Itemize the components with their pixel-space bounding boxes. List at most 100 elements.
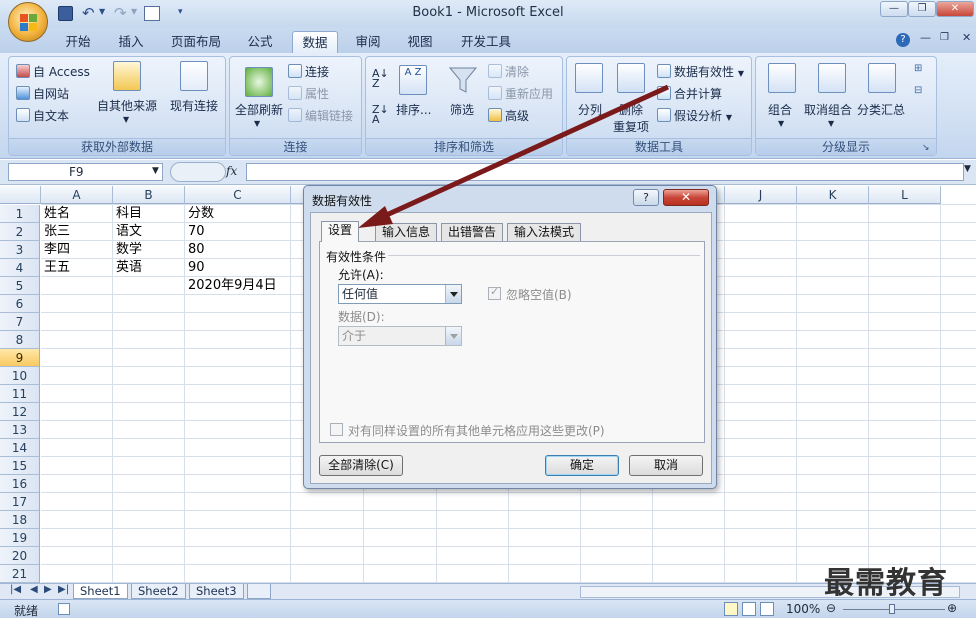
restore-button[interactable]: ❐ [908,1,936,17]
cell-C2[interactable]: 70 [185,223,205,241]
clear-all-button[interactable]: 全部清除(C) [319,455,403,476]
dialog-help-button[interactable]: ? [633,189,659,206]
tab-formulas[interactable]: 公式 [240,31,280,53]
data-dropdown[interactable]: 介于 [338,326,462,346]
cell-C4[interactable]: 90 [185,259,205,277]
tab-home[interactable]: 开始 [58,31,98,53]
sort-desc-icon[interactable]: Z↓ A [372,104,389,125]
cell-B3[interactable]: 数学 [113,241,142,259]
tab-insert[interactable]: 插入 [111,31,151,53]
formula-bar-separator [170,162,226,182]
tab-ime-mode[interactable]: 输入法模式 [507,223,582,241]
text-to-columns-button[interactable]: 分列 [578,101,602,118]
normal-view-icon[interactable] [724,602,738,616]
ribbon-close-icon[interactable]: ✕ [962,31,971,44]
ungroup-button[interactable]: 取消组合 [804,101,852,118]
tab-page-layout[interactable]: 页面布局 [165,31,227,53]
what-if-button[interactable]: 假设分析 ▼ [657,107,732,124]
cell-B2[interactable]: 语文 [113,223,142,241]
other-sources-dropdown-icon[interactable]: ▼ [123,115,129,124]
tab-data[interactable]: 数据 [292,31,338,53]
name-box[interactable]: F9 [8,163,163,181]
zoom-level[interactable]: 100% [786,602,820,616]
group-button[interactable]: 组合 [768,101,792,118]
hide-detail-icon[interactable]: ⊟ [914,85,922,96]
fx-icon[interactable]: fx [226,164,237,178]
macro-record-icon[interactable] [58,603,70,615]
advanced-filter-button[interactable]: 高级 [488,107,529,124]
from-web-button[interactable]: 自网站 [16,85,69,102]
existing-connections-button[interactable]: 现有连接 [170,97,218,114]
tab-error-alert[interactable]: 出错警告 [441,223,504,241]
tab-review[interactable]: 审阅 [348,31,388,53]
allow-dropdown[interactable]: 任何值 [338,284,462,304]
prev-sheet-icon[interactable]: ◀ [30,584,38,595]
filter-button[interactable]: 筛选 [450,101,474,118]
zoom-slider-thumb[interactable] [889,604,895,614]
apply-all-checkbox[interactable] [330,423,343,436]
edit-links-button[interactable]: 编辑链接 [288,107,353,124]
sort-button[interactable]: 排序... [396,101,431,118]
ignore-blank-checkbox[interactable]: ✓ [488,285,501,300]
refresh-all-button[interactable]: 全部刷新 [235,101,283,118]
sort-asc-icon[interactable]: A↓ Z [372,68,389,89]
help-icon[interactable]: ? [896,33,910,47]
zoom-in-icon[interactable]: ⊕ [947,601,957,615]
cell-C3[interactable]: 80 [185,241,205,259]
cell-A2[interactable]: 张三 [41,223,70,241]
cell-C5[interactable]: 2020年9月4日 [185,277,277,295]
clear-button[interactable]: 清除 [488,63,529,80]
tab-view[interactable]: 视图 [400,31,440,53]
insert-sheet-icon[interactable] [247,584,271,599]
from-other-sources-button[interactable]: 自其他来源 [97,97,157,114]
tab-input-message[interactable]: 输入信息 [375,223,438,241]
properties-button[interactable]: 属性 [288,85,329,102]
sheet-tab-sheet3[interactable]: Sheet3 [189,584,244,599]
next-sheet-icon[interactable]: ▶ [44,584,52,595]
subtotal-button[interactable]: 分类汇总 [857,101,905,118]
tab-developer[interactable]: 开发工具 [455,31,517,53]
validation-criteria-label: 有效性条件 [326,250,387,264]
from-text-button[interactable]: 自文本 [16,107,69,124]
show-detail-icon[interactable]: ⊞ [914,63,922,74]
group-label: 获取外部数据 [9,138,225,155]
tab-settings[interactable]: 设置 [321,221,360,242]
ungroup-dropdown-icon[interactable]: ▼ [828,119,834,128]
minimize-button[interactable]: — [880,1,908,17]
cell-B4[interactable]: 英语 [113,259,142,277]
cell-B1[interactable]: 科目 [113,205,142,223]
cell-C1[interactable]: 分数 [185,205,214,223]
cell-A4[interactable]: 王五 [41,259,70,277]
name-box-dropdown-icon[interactable]: ▼ [152,166,159,176]
formula-input[interactable] [246,163,964,181]
expand-formula-bar-icon[interactable]: ▼ [964,164,971,174]
data-validation-button[interactable]: 数据有效性 ▼ [657,63,744,80]
cell-A1[interactable]: 姓名 [41,205,70,223]
advanced-label: 高级 [505,109,530,123]
connections-button[interactable]: 连接 [288,63,329,80]
page-break-view-icon[interactable] [760,602,774,616]
properties-label: 属性 [305,87,330,101]
sheet-tab-sheet2[interactable]: Sheet2 [131,584,186,599]
office-button[interactable] [8,2,48,42]
cancel-button[interactable]: 取消 [629,455,703,476]
first-sheet-icon[interactable]: |◀ [10,584,21,595]
from-access-button[interactable]: 自 Access [16,63,90,80]
ok-button[interactable]: 确定 [545,455,619,476]
remove-duplicates-button-line2[interactable]: 重复项 [613,118,649,135]
dialog-close-button[interactable]: ✕ [663,189,709,206]
refresh-dropdown-icon[interactable]: ▼ [254,119,260,128]
page-layout-view-icon[interactable] [742,602,756,616]
cell-A3[interactable]: 李四 [41,241,70,259]
reapply-button[interactable]: 重新应用 [488,85,553,102]
zoom-out-icon[interactable]: ⊖ [826,601,836,615]
sheet-tab-sheet1[interactable]: Sheet1 [73,584,128,599]
ribbon-minimize-icon[interactable]: — [920,31,931,44]
close-button[interactable]: ✕ [936,1,974,17]
group-dropdown-icon[interactable]: ▼ [778,119,784,128]
remove-duplicates-button[interactable]: 删除 [619,101,643,118]
last-sheet-icon[interactable]: ▶| [58,584,69,595]
consolidate-button[interactable]: 合并计算 [657,85,722,102]
ribbon-restore-icon[interactable]: ❐ [940,32,949,43]
dialog-launcher-icon[interactable]: ↘ [922,143,930,153]
